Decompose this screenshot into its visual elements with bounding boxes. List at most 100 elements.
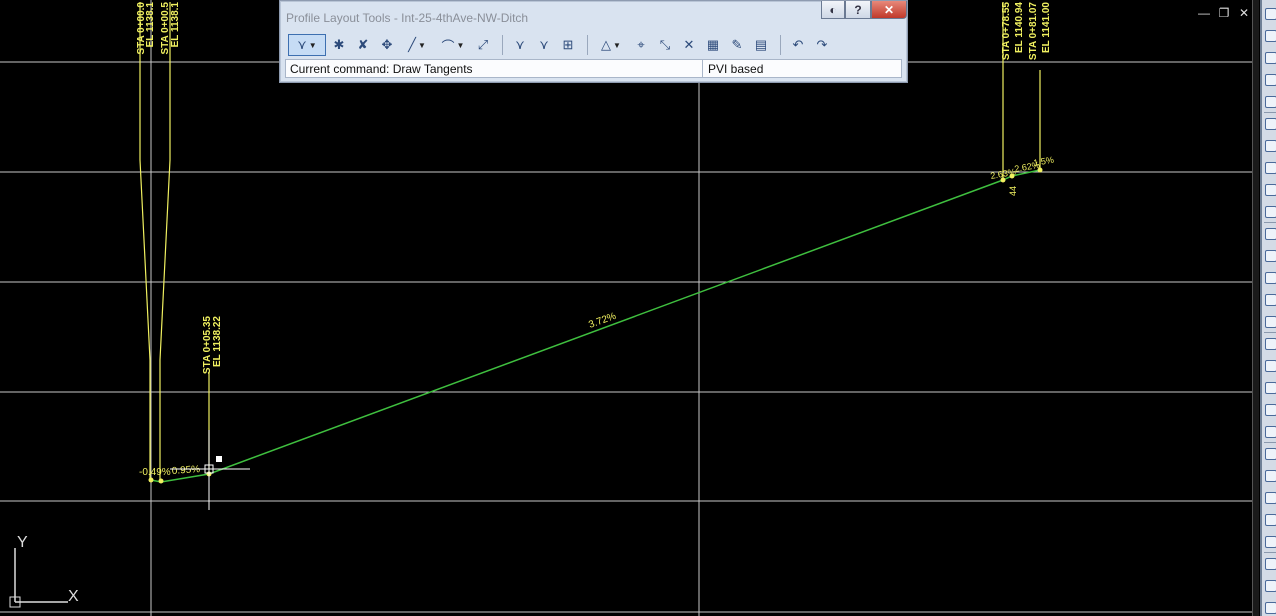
palette-tool-icon[interactable] [1265, 206, 1276, 218]
palette-tool-icon[interactable] [1265, 272, 1276, 284]
grade-label: 2.63% [990, 167, 1017, 181]
redo-icon[interactable]: ↷ [811, 34, 833, 56]
palette-separator [1264, 552, 1276, 553]
palette-tool-icon[interactable] [1265, 338, 1276, 350]
copy-profile-icon-glyph: ⊞ [562, 37, 574, 52]
profile-layout-tools-window[interactable]: Profile Layout Tools - Int-25-4thAve-NW-… [279, 0, 908, 83]
pvi-leader-line [159, 2, 171, 480]
raise-lower-pvis-icon[interactable]: ⋎ [533, 34, 555, 56]
pvi-elevation-label: EL 1138.22 [212, 316, 223, 367]
move-pvi-icon[interactable]: ✥ [376, 34, 398, 56]
palette-tool-icon[interactable] [1265, 140, 1276, 152]
palette-tool-icon[interactable] [1265, 602, 1276, 614]
toolbar-title[interactable]: Profile Layout Tools - Int-25-4thAve-NW-… [286, 11, 528, 25]
free-vertical-curve-icon[interactable]: ⤢ [472, 34, 494, 56]
palette-tool-icon[interactable] [1265, 228, 1276, 240]
delete-pvi-tool-icon[interactable]: ✕ [678, 34, 700, 56]
select-pvi-icon-glyph: ⌖ [637, 37, 645, 52]
palette-tool-icon[interactable] [1265, 360, 1276, 372]
profile-grid-icon-glyph: ▤ [754, 37, 768, 52]
palette-separator [1264, 442, 1276, 443]
viewport-scrollbar[interactable] [1252, 0, 1259, 616]
palette-tool-icon[interactable] [1265, 536, 1276, 548]
pvi-elevation-label: EL 1138.1 [145, 2, 156, 48]
tangent-segment [208, 179, 1004, 475]
toolbar-separator [502, 35, 503, 55]
toolbar-separator [587, 35, 588, 55]
palette-tool-icon[interactable] [1265, 52, 1276, 64]
options-icon[interactable]: ◐ [821, 1, 845, 19]
chevron-down-icon[interactable]: ▼ [613, 41, 621, 50]
move-pvi-icon-glyph: ✥ [381, 37, 393, 52]
redo-icon-glyph: ↷ [816, 37, 828, 52]
chevron-down-icon[interactable]: ▼ [418, 41, 426, 50]
chevron-down-icon[interactable]: ▼ [457, 41, 465, 50]
palette-tool-icon[interactable] [1265, 514, 1276, 526]
mode-text: PVI based [708, 62, 764, 76]
toolbar-tools: ⋎ ▼ ✱ ✘ ✥ ╱ ▼ ⌒ ▼ ⤢ ⋎ ⋎ ⊞ △ ▼ ⌖ ⤡ ✕ ▦ ✎ ▤ ↶ ↷ [288, 32, 835, 58]
profile-view-canvas[interactable]: STA 0+00.0EL 1138.1 STA 0+00.5 EL 1138.1ST… [0, 0, 1276, 616]
grade-label: 1.5% [1033, 155, 1055, 168]
palette-tool-icon[interactable] [1265, 382, 1276, 394]
palette-separator [1264, 332, 1276, 333]
palette-tool-icon[interactable] [1265, 492, 1276, 504]
select-pvi-icon[interactable]: ⌖ [630, 34, 652, 56]
restore-icon[interactable]: ❐ [1216, 6, 1232, 20]
insert-pvi-icon[interactable]: ✱ [328, 34, 350, 56]
profile-grid-view-icon[interactable]: ▦ [702, 34, 724, 56]
grade-label: 44 [1008, 186, 1018, 196]
pvi-station-label: STA 0+81.07 [1028, 2, 1039, 61]
palette-tool-icon[interactable] [1265, 294, 1276, 306]
insert-pvis-tabular-icon-glyph: ⋎ [515, 37, 525, 52]
toolbar-separator [780, 35, 781, 55]
delete-pvi-icon[interactable]: ✘ [352, 34, 374, 56]
palette-tool-icon[interactable] [1265, 184, 1276, 196]
draw-tangents-icon-glyph: ⋎ [297, 37, 307, 52]
palette-separator [1264, 222, 1276, 223]
free-vertical-curve-icon-glyph: ⤢ [477, 37, 489, 52]
fixed-curve-icon[interactable]: ⌒ ▼ [436, 34, 470, 56]
close-drawing-icon[interactable]: ✕ [1236, 6, 1252, 20]
palette-tool-icon[interactable] [1265, 470, 1276, 482]
fixed-line-icon[interactable]: ╱ ▼ [400, 34, 434, 56]
palette-tool-icon[interactable] [1265, 426, 1276, 438]
palette-tool-icon[interactable] [1265, 118, 1276, 130]
profile-layout-parameters-icon-glyph: ✎ [731, 37, 743, 52]
palette-tool-icon[interactable] [1265, 74, 1276, 86]
palette-tool-icon[interactable] [1265, 558, 1276, 570]
convert-icon[interactable]: △ ▼ [594, 34, 628, 56]
palette-tool-icon[interactable] [1265, 404, 1276, 416]
ucs-x-label: X [68, 588, 79, 605]
grade-label: 0.95% [171, 464, 200, 477]
profile-grid-icon[interactable]: ▤ [750, 34, 772, 56]
drawing-window-controls: — ❐ ✕ [1196, 6, 1252, 20]
draw-tangents-icon[interactable]: ⋎ ▼ [288, 34, 326, 56]
palette-tool-icon[interactable] [1265, 580, 1276, 592]
profile-grid-view-icon-glyph: ▦ [706, 37, 720, 52]
ucs-y-label: Y [17, 534, 28, 551]
pvi-station-label: STA 0+78.55 [1001, 2, 1012, 61]
pvi-elevation-label: EL 1140.94 [1014, 2, 1025, 53]
palette-tool-icon[interactable] [1265, 8, 1276, 20]
palette-tool-icon[interactable] [1265, 316, 1276, 328]
toolbar-status-bar: Current command: Draw Tangents PVI based [285, 59, 902, 78]
palette-tool-icon[interactable] [1265, 30, 1276, 42]
fixed-curve-icon-glyph: ⌒ [441, 38, 455, 54]
chevron-down-icon[interactable]: ▼ [309, 41, 317, 50]
profile-grid [0, 0, 1258, 616]
undo-icon[interactable]: ↶ [787, 34, 809, 56]
palette-tool-icon[interactable] [1265, 162, 1276, 174]
copy-profile-icon[interactable]: ⊞ [557, 34, 579, 56]
delete-entity-icon[interactable]: ⤡ [654, 34, 676, 56]
right-tool-palette[interactable] [1260, 0, 1276, 616]
minimize-icon[interactable]: — [1196, 6, 1212, 20]
palette-tool-icon[interactable] [1265, 96, 1276, 108]
palette-tool-icon[interactable] [1265, 250, 1276, 262]
close-button[interactable]: ✕ [871, 1, 907, 19]
palette-tool-icon[interactable] [1265, 448, 1276, 460]
insert-pvis-tabular-icon[interactable]: ⋎ [509, 34, 531, 56]
pvi-leader-line [139, 2, 151, 480]
help-button[interactable]: ? [845, 1, 871, 19]
profile-layout-parameters-icon[interactable]: ✎ [726, 34, 748, 56]
status-divider [702, 60, 703, 77]
